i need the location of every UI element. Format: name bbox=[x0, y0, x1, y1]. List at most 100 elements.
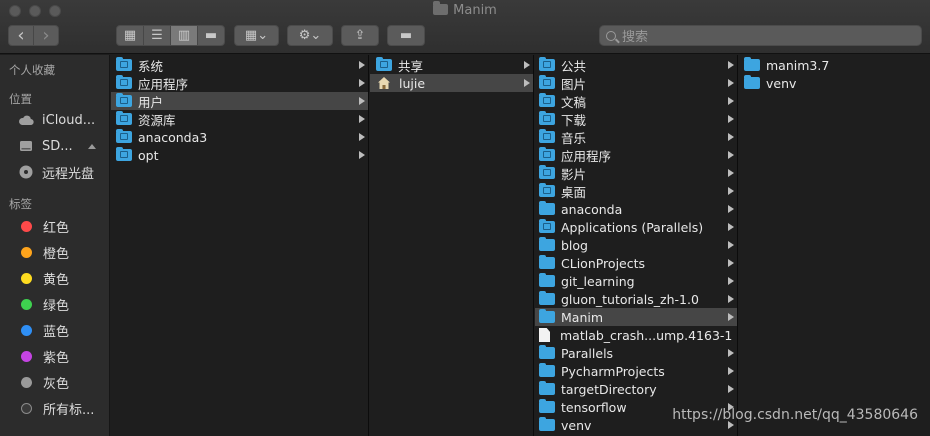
list-item[interactable]: 音乐 bbox=[535, 128, 737, 146]
folder-icon bbox=[116, 147, 132, 161]
chevron-right-icon bbox=[524, 79, 530, 87]
list-item[interactable]: venv bbox=[739, 74, 930, 92]
chevron-right-icon bbox=[359, 61, 365, 69]
icon-view-button[interactable]: ▦ bbox=[117, 26, 144, 45]
orange-tag-icon bbox=[21, 246, 32, 258]
eject-icon[interactable] bbox=[88, 144, 96, 149]
favorites-header: 个人收藏 bbox=[9, 63, 55, 77]
folder-icon bbox=[539, 219, 555, 233]
column-lujie: 公共 图片 文稿 下载 音乐 应用程序 影片 桌面 anaconda Appli… bbox=[535, 55, 738, 436]
folder-icon bbox=[539, 75, 555, 89]
list-item[interactable]: gluon_tutorials_zh-1.0 bbox=[535, 290, 737, 308]
list-view-button[interactable]: ☰ bbox=[144, 26, 171, 45]
sidebar-tag-purple[interactable]: 紫色 bbox=[18, 346, 108, 366]
back-forward-group: ‹ › bbox=[8, 25, 59, 46]
list-item[interactable]: 应用程序 bbox=[535, 146, 737, 164]
folder-icon bbox=[539, 363, 555, 377]
list-item[interactable]: Manim bbox=[535, 308, 737, 326]
list-item[interactable]: 公共 bbox=[535, 56, 737, 74]
list-item[interactable]: blog bbox=[535, 236, 737, 254]
action-button[interactable]: ⚙⌄ bbox=[287, 25, 333, 46]
list-item[interactable]: 用户 bbox=[111, 92, 368, 110]
folder-icon bbox=[376, 57, 392, 71]
folder-icon bbox=[539, 129, 555, 143]
list-item[interactable]: 影片 bbox=[535, 164, 737, 182]
disk-icon bbox=[20, 141, 32, 151]
list-item[interactable]: git_learning bbox=[535, 272, 737, 290]
sidebar: 个人收藏 位置 iCloud... SD... 远程光盘 标签 红色 橙色 黄色… bbox=[0, 55, 110, 436]
sidebar-tag-gray[interactable]: 灰色 bbox=[18, 372, 108, 392]
group-button[interactable]: ▦⌄ bbox=[234, 25, 279, 46]
list-item[interactable]: matlab_crash...ump.4163-1 bbox=[535, 326, 737, 344]
chevron-right-icon bbox=[728, 223, 734, 231]
list-item[interactable]: lujie bbox=[370, 74, 533, 92]
document-icon bbox=[539, 328, 550, 342]
forward-button[interactable]: › bbox=[34, 26, 58, 45]
sidebar-tag-yellow[interactable]: 黄色 bbox=[18, 268, 108, 288]
list-item[interactable]: manim3.7 bbox=[739, 56, 930, 74]
folder-icon bbox=[539, 345, 555, 359]
sidebar-tag-orange[interactable]: 橙色 bbox=[18, 242, 108, 262]
column-users: 共享 lujie bbox=[370, 55, 534, 436]
list-item[interactable]: 系统 bbox=[111, 56, 368, 74]
chevron-right-icon bbox=[359, 79, 365, 87]
gallery-view-button[interactable]: ▬ bbox=[198, 26, 224, 45]
list-item[interactable]: targetDirectory bbox=[535, 380, 737, 398]
back-button[interactable]: ‹ bbox=[9, 26, 34, 45]
chevron-right-icon bbox=[359, 97, 365, 105]
sidebar-item-icloud[interactable]: iCloud... bbox=[18, 110, 108, 130]
gear-icon: ⚙⌄ bbox=[298, 28, 322, 43]
list-item[interactable]: CLionProjects bbox=[535, 254, 737, 272]
list-item[interactable]: Parallels bbox=[535, 344, 737, 362]
list-item[interactable]: PycharmProjects bbox=[535, 362, 737, 380]
folder-icon bbox=[539, 111, 555, 125]
list-item[interactable]: anaconda bbox=[535, 200, 737, 218]
list-item[interactable]: anaconda3 bbox=[111, 128, 368, 146]
watermark-text: https://blog.csdn.net/qq_43580646 bbox=[672, 407, 918, 423]
list-item[interactable]: 文稿 bbox=[535, 92, 737, 110]
list-item[interactable]: 应用程序 bbox=[111, 74, 368, 92]
sidebar-tag-red[interactable]: 红色 bbox=[18, 216, 108, 236]
folder-icon bbox=[116, 57, 132, 71]
share-button[interactable]: ⇪ bbox=[341, 25, 379, 46]
chevron-right-icon bbox=[359, 115, 365, 123]
cloud-icon bbox=[19, 115, 34, 126]
tags-button[interactable]: ▬ bbox=[387, 25, 425, 46]
chevron-right-icon bbox=[728, 385, 734, 393]
list-item[interactable]: 桌面 bbox=[535, 182, 737, 200]
chevron-right-icon bbox=[728, 313, 734, 321]
chevron-right-icon bbox=[359, 133, 365, 141]
sidebar-tag-blue[interactable]: 蓝色 bbox=[18, 320, 108, 340]
chevron-right-icon bbox=[728, 115, 734, 123]
chevron-right-icon bbox=[359, 151, 365, 159]
search-icon bbox=[606, 30, 616, 41]
folder-icon bbox=[539, 57, 555, 71]
sidebar-tag-green[interactable]: 绿色 bbox=[18, 294, 108, 314]
column-view-button[interactable]: ▥ bbox=[171, 26, 198, 45]
chevron-right-icon bbox=[524, 61, 530, 69]
sidebar-item-sd-disk[interactable]: SD... bbox=[18, 136, 108, 156]
folder-icon bbox=[116, 93, 132, 107]
folder-icon bbox=[433, 1, 449, 15]
red-tag-icon bbox=[21, 220, 32, 232]
chevron-right-icon bbox=[728, 259, 734, 267]
sidebar-tag-all[interactable]: 所有标... bbox=[18, 398, 108, 418]
chevron-right-icon bbox=[728, 241, 734, 249]
home-icon bbox=[378, 77, 390, 89]
all-tags-icon bbox=[21, 402, 32, 414]
list-item[interactable]: 图片 bbox=[535, 74, 737, 92]
search-field[interactable]: 搜索 bbox=[599, 25, 922, 46]
chevron-right-icon bbox=[728, 295, 734, 303]
sidebar-item-remote-disc[interactable]: 远程光盘 bbox=[18, 162, 108, 182]
search-placeholder: 搜索 bbox=[622, 30, 649, 45]
list-item[interactable]: Applications (Parallels) bbox=[535, 218, 737, 236]
toolbar: Manim ‹ › ▦ ☰ ▥ ▬ ▦⌄ ⚙⌄ ⇪ ▬ 搜索 bbox=[0, 0, 930, 54]
tags-header: 标签 bbox=[9, 197, 32, 211]
window-title: Manim bbox=[0, 1, 930, 18]
list-item[interactable]: 资源库 bbox=[111, 110, 368, 128]
chevron-right-icon bbox=[728, 61, 734, 69]
list-item[interactable]: 下载 bbox=[535, 110, 737, 128]
list-item[interactable]: 共享 bbox=[370, 56, 533, 74]
list-item[interactable]: opt bbox=[111, 146, 368, 164]
folder-icon bbox=[539, 309, 555, 323]
